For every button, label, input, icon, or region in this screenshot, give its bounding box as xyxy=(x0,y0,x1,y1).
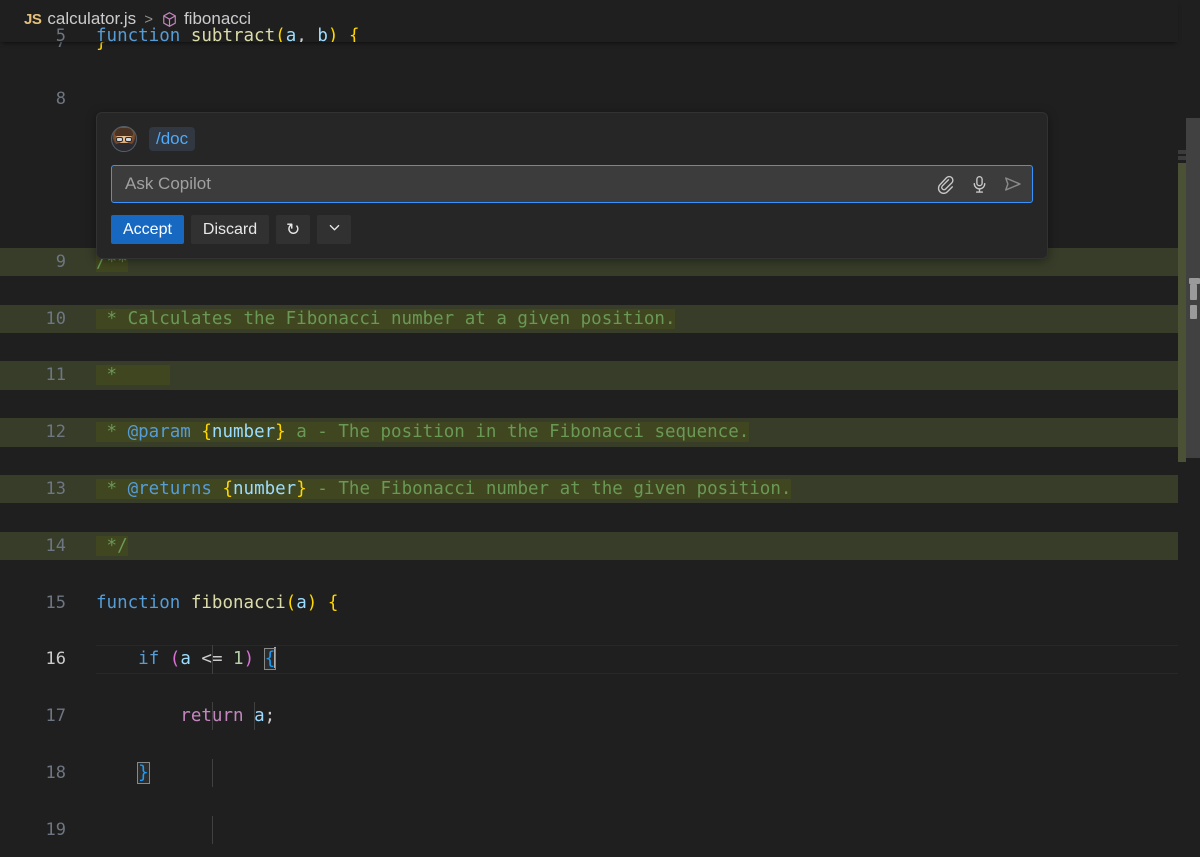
code-line[interactable]: 17 return a; xyxy=(0,702,1178,731)
minimap-block-suggested xyxy=(1178,163,1186,267)
minimap-line-mark xyxy=(1190,305,1197,319)
symbol-method-cube-icon xyxy=(161,11,178,28)
chevron-right-icon: > xyxy=(144,10,153,28)
line-number: 19 xyxy=(45,819,66,840)
discard-button[interactable]: Discard xyxy=(190,215,270,244)
code-line[interactable]: 19 xyxy=(0,815,1178,845)
code-editor[interactable]: 7 } 8 9 /** 10 * Calculates the Fibonacc… xyxy=(0,0,1178,857)
line-number: 12 xyxy=(45,422,66,443)
code-line[interactable]: 18 } xyxy=(0,758,1178,788)
line-number: 16 xyxy=(45,649,66,670)
inline-chat-input[interactable] xyxy=(125,174,924,194)
line-content: return a; xyxy=(180,706,276,727)
slash-command-chip[interactable]: /doc xyxy=(149,127,196,151)
vscode-window: 7 } 8 9 /** 10 * Calculates the Fibonacc… xyxy=(0,0,1200,857)
code-line-active[interactable]: 16 if (a <= 1) { xyxy=(0,645,1178,675)
code-line-suggested[interactable]: 12 * @param {number} a - The position in… xyxy=(0,418,1178,447)
line-number: 8 xyxy=(55,88,66,109)
editor-scrollbar[interactable] xyxy=(1186,0,1200,857)
indent-guide xyxy=(212,758,213,788)
text-cursor xyxy=(274,647,277,669)
line-number: 11 xyxy=(45,365,66,386)
breadcrumb-item-symbol[interactable]: fibonacci xyxy=(184,9,251,29)
line-content: * Calculates the Fibonacci number at a g… xyxy=(96,308,676,329)
line-content: * xyxy=(96,365,170,386)
inline-chat-input-actions xyxy=(924,173,1024,195)
more-actions-button[interactable] xyxy=(317,215,352,244)
code-line[interactable]: 15 function fibonacci(a) { xyxy=(0,589,1178,617)
regenerate-icon-button[interactable]: ↻ xyxy=(276,215,311,244)
inline-chat-buttons: Accept Discard ↻ xyxy=(111,215,1033,244)
chevron-down-icon xyxy=(327,220,342,240)
code-line-suggested[interactable]: 14 */ xyxy=(0,531,1178,561)
line-content: function fibonacci(a) { xyxy=(96,592,339,613)
copilot-inline-chat-widget[interactable]: /doc Ask Copilot Accept Discard ↻ xyxy=(96,112,1048,259)
line-content: * @param {number} a - The position in th… xyxy=(96,422,750,443)
line-content: * @returns {number} - The Fibonacci numb… xyxy=(96,478,792,499)
voice-dictation-icon[interactable] xyxy=(968,173,990,195)
javascript-file-icon: JS xyxy=(24,10,42,28)
line-number: 17 xyxy=(45,706,66,727)
line-number: 18 xyxy=(45,762,66,783)
indent-guide xyxy=(254,702,255,731)
code-line-suggested[interactable]: 11 * xyxy=(0,361,1178,390)
line-number: 13 xyxy=(45,478,66,499)
minimap-block xyxy=(1178,150,1186,154)
minimap-block xyxy=(1178,156,1186,160)
indent-guide xyxy=(212,815,213,845)
attach-context-icon[interactable] xyxy=(934,173,956,195)
user-avatar-icon xyxy=(111,126,137,152)
line-number: 15 xyxy=(45,592,66,613)
line-content: if (a <= 1) { xyxy=(138,647,277,671)
accept-button[interactable]: Accept xyxy=(111,215,184,244)
minimap-line-mark xyxy=(1190,284,1197,300)
breadcrumb-item-file[interactable]: calculator.js xyxy=(47,9,136,29)
breadcrumb[interactable]: JS calculator.js > fibonacci xyxy=(24,9,251,29)
editor-minimap[interactable] xyxy=(1178,0,1186,857)
minimap-block-suggested xyxy=(1178,262,1186,462)
code-line[interactable]: 8 xyxy=(0,85,1178,113)
sticky-scroll-header[interactable]: 5 function subtract(a, b) { JS calculato… xyxy=(0,0,1178,42)
line-number: 10 xyxy=(45,308,66,329)
indent-guide xyxy=(212,645,213,674)
line-number: 9 xyxy=(55,251,66,272)
code-line-suggested[interactable]: 13 * @returns {number} - The Fibonacci n… xyxy=(0,474,1178,504)
line-content: */ xyxy=(96,535,128,556)
indent-guide xyxy=(212,702,213,731)
line-number: 14 xyxy=(45,535,66,556)
send-icon[interactable] xyxy=(1002,173,1024,195)
inline-chat-input-row[interactable] xyxy=(111,165,1033,203)
code-line-suggested[interactable]: 10 * Calculates the Fibonacci number at … xyxy=(0,304,1178,333)
line-content: } xyxy=(137,761,150,784)
inline-chat-header: /doc xyxy=(111,125,1033,153)
